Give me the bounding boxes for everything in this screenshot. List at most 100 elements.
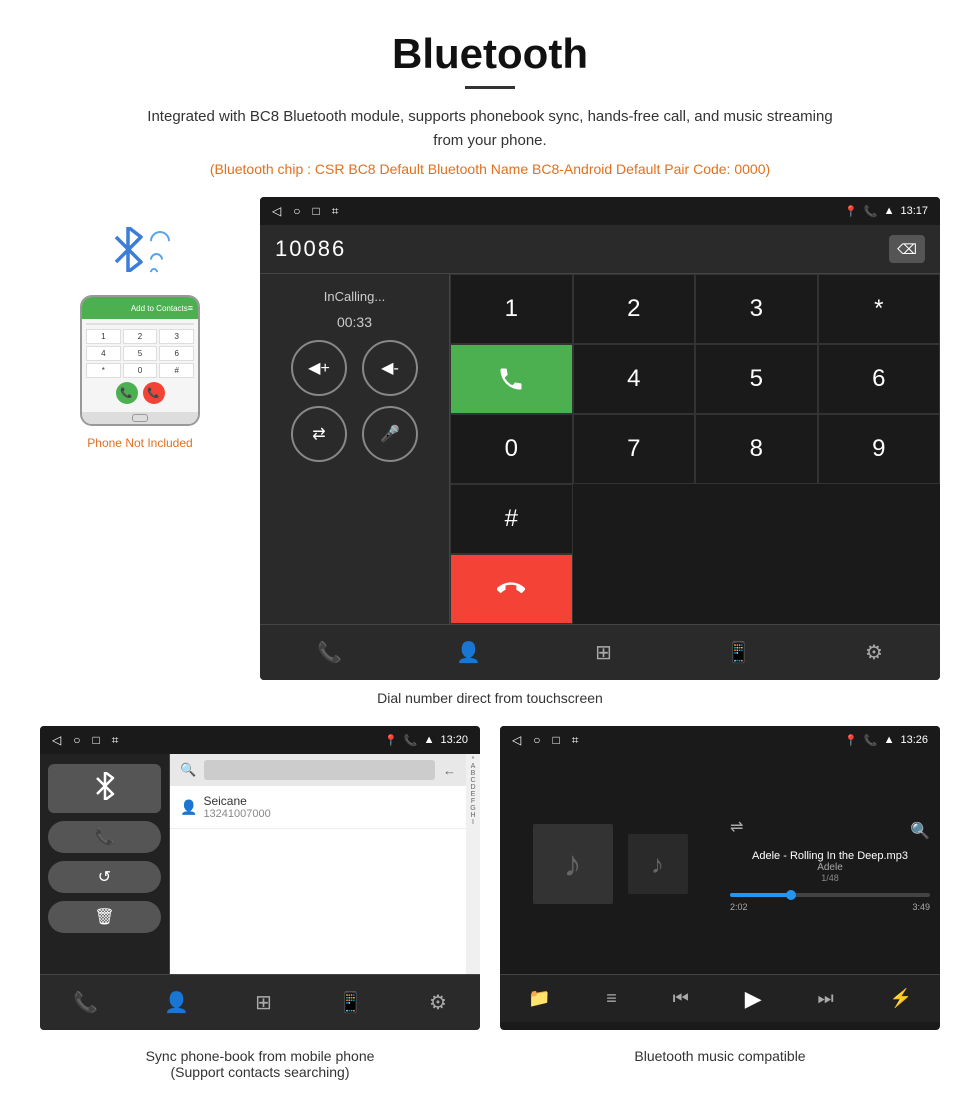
alpha-a[interactable]: A (471, 763, 476, 770)
dialer-delete-button[interactable]: ⌫ (889, 235, 925, 263)
pb-phone-icon-btn[interactable]: 📞 (48, 821, 161, 853)
transfer-button[interactable]: ⇄ (291, 406, 347, 462)
music-next-icon[interactable]: ⏭ (818, 988, 834, 1009)
phonebook-content: 🔍 ← 👤 Seicane 13241007000 (170, 754, 480, 974)
alpha-h[interactable]: H (470, 812, 475, 819)
contact-name: Seicane (203, 794, 270, 808)
pb-delete-icon-btn[interactable]: 🗑 (48, 901, 161, 933)
music-play-icon[interactable]: ▶ (745, 986, 762, 1012)
dialer-top: 10086 ⌫ (260, 225, 940, 274)
phonebook-screenshot: ◁ ○ □ ⌗ 📍 📞 ▲ 13:20 (40, 726, 480, 1030)
delete-icon: 🗑 (94, 907, 114, 927)
phonebook-status-nav: ◁ ○ □ ⌗ (52, 733, 119, 748)
title-divider (465, 86, 515, 89)
keypad-star[interactable]: * (818, 274, 941, 344)
keypad-call-button[interactable] (450, 344, 573, 414)
music-prev-icon[interactable]: ⏮ (673, 988, 689, 1009)
phone-key-4[interactable]: 4 (86, 346, 121, 361)
music-info-panel: ⇌ 🔍 Adele - Rolling In the Deep.mp3 Adel… (720, 754, 940, 974)
pb-bluetooth-icon-btn[interactable] (48, 764, 161, 813)
pb-device-icon[interactable]: 📱 (338, 990, 363, 1015)
pb-dialpad-icon[interactable]: ⊞ (255, 990, 272, 1015)
call-timer: 00:33 (337, 314, 372, 330)
contacts-tab-icon[interactable]: 👤 (456, 640, 481, 665)
signal-arc-small (148, 266, 159, 277)
search-indicator (204, 760, 435, 780)
screenshot-button[interactable]: ⌗ (332, 204, 339, 219)
sync-icon: ↺ (98, 867, 111, 887)
keypad-8[interactable]: 8 (695, 414, 818, 484)
music-back-button[interactable]: ◁ (512, 733, 521, 748)
music-home-button[interactable]: ○ (533, 733, 540, 748)
wifi-icon: ▲ (884, 205, 895, 217)
mute-button[interactable]: 🎤 (362, 406, 418, 462)
alpha-e[interactable]: E (471, 791, 476, 798)
phone-key-0[interactable]: 0 (123, 363, 158, 378)
music-call-icon: 📞 (864, 734, 878, 747)
music-equalizer-icon[interactable]: ⚡ (890, 988, 912, 1009)
alpha-c[interactable]: C (470, 777, 475, 784)
pb-settings-icon[interactable]: ⚙ (429, 990, 447, 1015)
music-caption-text: Bluetooth music compatible (500, 1048, 940, 1064)
keypad-4[interactable]: 4 (573, 344, 696, 414)
keypad-6[interactable]: 6 (818, 344, 941, 414)
pb-home-button[interactable]: ○ (73, 733, 80, 748)
music-search-icon[interactable]: 🔍 (910, 821, 930, 841)
phone-key-2[interactable]: 2 (123, 329, 158, 344)
calls-tab-icon[interactable]: 📞 (317, 640, 342, 665)
keypad-3[interactable]: 3 (695, 274, 818, 344)
keypad-5[interactable]: 5 (695, 344, 818, 414)
music-progress-bar[interactable] (730, 893, 930, 897)
settings-tab-icon[interactable]: ⚙ (865, 640, 883, 665)
pb-calls-icon[interactable]: 📞 (73, 990, 98, 1015)
pb-screenshot-button[interactable]: ⌗ (112, 733, 119, 748)
phonebook-status-bar: ◁ ○ □ ⌗ 📍 📞 ▲ 13:20 (40, 726, 480, 754)
music-recents-button[interactable]: □ (552, 733, 559, 748)
music-time-row: 2:02 3:49 (730, 902, 930, 912)
phone-end-button[interactable]: 📞 (143, 382, 165, 404)
pb-recents-button[interactable]: □ (92, 733, 99, 748)
phone-call-button[interactable]: 📞 (116, 382, 138, 404)
phone-key-5[interactable]: 5 (123, 346, 158, 361)
keypad-hash[interactable]: # (450, 484, 573, 554)
pb-back-button[interactable]: ◁ (52, 733, 61, 748)
keypad-0[interactable]: 0 (450, 414, 573, 484)
phone-key-1[interactable]: 1 (86, 329, 121, 344)
pb-sync-icon-btn[interactable]: ↺ (48, 861, 161, 893)
shuffle-icon[interactable]: ⇌ (730, 817, 743, 837)
pb-contacts-icon[interactable]: 👤 (164, 990, 189, 1015)
phone-key-6[interactable]: 6 (159, 346, 194, 361)
music-folder-icon[interactable]: 📁 (528, 988, 550, 1009)
keypad-1[interactable]: 1 (450, 274, 573, 344)
keypad-end-button[interactable] (450, 554, 573, 624)
alpha-g[interactable]: G (470, 805, 475, 812)
device-tab-icon[interactable]: 📱 (726, 640, 751, 665)
keypad-7[interactable]: 7 (573, 414, 696, 484)
recents-button[interactable]: □ (312, 204, 319, 219)
pb-alphabet-scroll: * A B C D E F G H I (466, 754, 480, 974)
search-back-icon[interactable]: ← (443, 763, 456, 778)
phone-key-star[interactable]: * (86, 363, 121, 378)
alpha-i[interactable]: I (472, 819, 474, 826)
search-icon: 🔍 (180, 762, 196, 778)
dialpad-tab-icon[interactable]: ⊞ (595, 640, 612, 665)
music-screenshot-button[interactable]: ⌗ (572, 733, 579, 748)
phone-home-button[interactable] (132, 414, 148, 422)
alpha-b[interactable]: B (471, 770, 476, 777)
keypad-9[interactable]: 9 (818, 414, 941, 484)
phone-top-label: Add to Contacts (131, 304, 188, 313)
keypad-2[interactable]: 2 (573, 274, 696, 344)
alpha-star[interactable]: * (472, 756, 475, 763)
volume-down-button[interactable]: ◀- (362, 340, 418, 396)
home-button-nav[interactable]: ○ (293, 204, 300, 219)
phone-not-included-label: Phone Not Included (87, 436, 192, 450)
music-playlist-icon[interactable]: ≡ (606, 988, 617, 1009)
phone-key-hash[interactable]: # (159, 363, 194, 378)
alpha-f[interactable]: F (471, 798, 475, 805)
back-button[interactable]: ◁ (272, 204, 281, 219)
volume-up-button[interactable]: ◀+ (291, 340, 347, 396)
alpha-d[interactable]: D (470, 784, 475, 791)
contact-item-seicane[interactable]: 👤 Seicane 13241007000 (170, 786, 466, 829)
phonebook-caption-line2: (Support contacts searching) (40, 1064, 480, 1080)
phone-key-3[interactable]: 3 (159, 329, 194, 344)
